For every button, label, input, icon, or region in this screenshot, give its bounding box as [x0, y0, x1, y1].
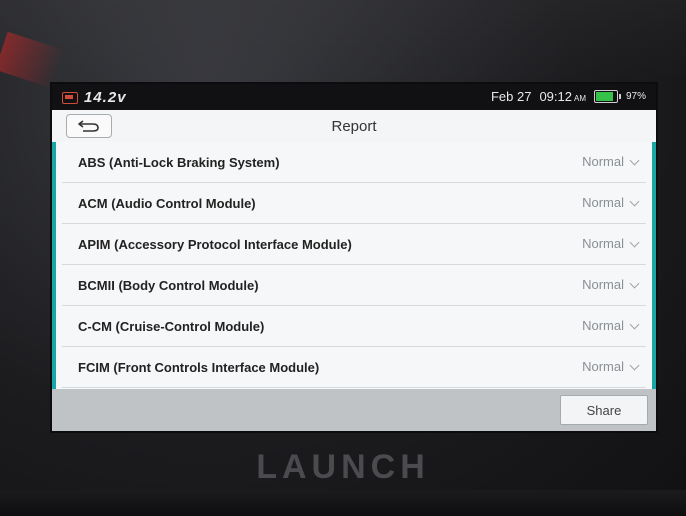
module-name: BCMII (Body Control Module)	[78, 278, 259, 293]
module-row[interactable]: C-CM (Cruise-Control Module) Normal	[62, 306, 646, 347]
battery-percent: 97%	[625, 91, 646, 102]
module-row[interactable]: ACM (Audio Control Module) Normal	[62, 183, 646, 224]
brand-logo: LAUNCH	[256, 448, 430, 486]
page-title: Report	[331, 118, 377, 135]
module-row[interactable]: APIM (Accessory Protocol Interface Modul…	[62, 224, 646, 265]
module-name: ABS (Anti-Lock Braking System)	[78, 155, 280, 170]
chevron-down-icon[interactable]	[629, 196, 640, 207]
chevron-down-icon[interactable]	[629, 360, 640, 371]
accent-bar-left	[52, 142, 56, 389]
battery-fill	[595, 92, 613, 101]
module-status: Normal	[582, 318, 624, 333]
module-list: ABS (Anti-Lock Braking System) Normal ACM …	[52, 142, 656, 389]
share-button[interactable]: Share	[560, 395, 648, 425]
module-name: APIM (Accessory Protocol Interface Modul…	[78, 237, 352, 252]
status-date: Feb 27	[490, 89, 532, 104]
status-ampm: AM	[573, 94, 586, 103]
module-status: Normal	[582, 236, 624, 251]
module-row[interactable]: ABS (Anti-Lock Braking System) Normal	[62, 142, 646, 183]
module-name: FCIM (Front Controls Interface Module)	[78, 360, 320, 375]
battery-icon	[593, 90, 621, 103]
chevron-down-icon[interactable]	[629, 237, 640, 248]
module-name: C-CM (Cruise-Control Module)	[78, 319, 265, 334]
module-status: Normal	[582, 359, 624, 374]
chevron-down-icon[interactable]	[629, 319, 640, 330]
title-bar: Report	[52, 110, 656, 143]
module-name: ACM (Audio Control Module)	[78, 196, 256, 211]
status-time: 09:12 AM	[539, 89, 586, 104]
device-frame: 14.2v Feb 27 09:12 AM 97% Report ABS (Ant…	[0, 0, 686, 516]
chevron-down-icon[interactable]	[629, 278, 640, 289]
bezel-bottom-edge	[0, 490, 686, 516]
vehicle-voltage-icon	[62, 91, 78, 104]
module-row[interactable]: BCMII (Body Control Module) Normal	[62, 265, 646, 306]
accent-bar-right	[652, 142, 656, 389]
chevron-down-icon[interactable]	[629, 155, 640, 166]
module-status: Normal	[582, 195, 624, 210]
bezel-glare	[0, 0, 686, 80]
bottom-bar: Share	[52, 389, 656, 431]
module-status: Normal	[582, 277, 624, 292]
device-screen: 14.2v Feb 27 09:12 AM 97% Report ABS (Ant…	[52, 84, 656, 431]
battery-voltage: 14.2v	[84, 89, 127, 106]
module-row[interactable]: FCIM (Front Controls Interface Module) No…	[62, 347, 646, 388]
status-bar: 14.2v Feb 27 09:12 AM 97%	[52, 84, 656, 110]
module-status: Normal	[582, 154, 624, 169]
